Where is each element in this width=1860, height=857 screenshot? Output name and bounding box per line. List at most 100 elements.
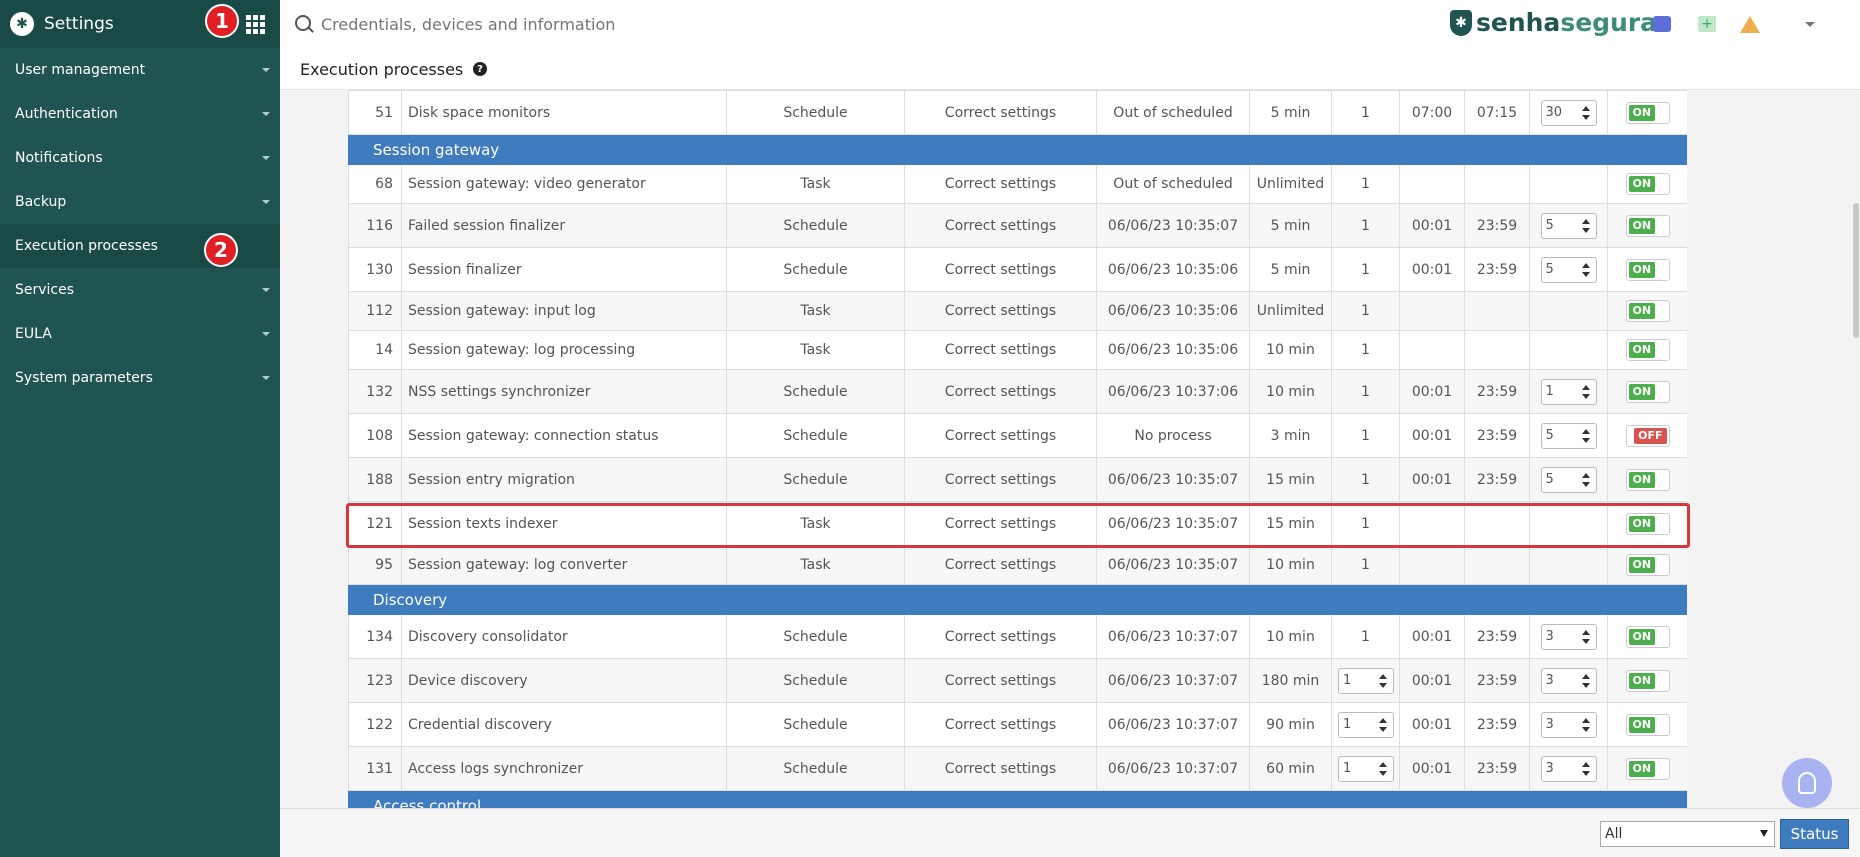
status-toggle[interactable]: ON (1625, 512, 1670, 535)
process-settings-cell: Correct settings (904, 203, 1097, 248)
process-settings-cell: Correct settings (904, 90, 1097, 135)
limit-stepper[interactable]: 3 (1540, 667, 1597, 694)
process-type-cell: Schedule (726, 614, 905, 659)
status-cell: ON (1607, 702, 1687, 747)
status-toggle[interactable]: ON (1625, 669, 1670, 692)
process-name-cell: Session gateway: connection status (401, 413, 727, 458)
process-id-cell: 188 (348, 457, 402, 502)
sidebar-item-eula[interactable]: EULA (0, 312, 280, 356)
limit-stepper[interactable]: 3 (1540, 623, 1597, 650)
limit-stepper[interactable]: 3 (1540, 755, 1597, 782)
process-name-cell: Session entry migration (401, 457, 727, 502)
sidebar-item-execution-processes[interactable]: Execution processes (0, 224, 280, 268)
status-toggle[interactable]: OFF (1625, 424, 1670, 447)
status-toggle[interactable]: ON (1625, 468, 1670, 491)
sidebar-item-backup[interactable]: Backup (0, 180, 280, 224)
start-time-cell: 00:01 (1399, 369, 1465, 414)
status-toggle[interactable]: ON (1625, 214, 1670, 237)
last-execution-cell: 06/06/23 10:35:06 (1096, 247, 1250, 292)
table-row[interactable]: 122 Credential discovery Schedule Correct s… (348, 702, 1687, 747)
brand-name-part1: senha (1476, 8, 1561, 37)
warning-icon[interactable] (1740, 16, 1760, 33)
interval-cell: 60 min (1249, 746, 1332, 791)
status-toggle[interactable]: ON (1625, 554, 1670, 576)
instances-cell: 1 (1331, 746, 1400, 791)
sidebar-item-system-parameters[interactable]: System parameters (0, 356, 280, 400)
limit-stepper[interactable]: 5 (1540, 212, 1597, 239)
status-button[interactable]: Status (1780, 819, 1849, 849)
status-toggle-label: ON (1628, 303, 1656, 319)
status-toggle[interactable]: ON (1625, 713, 1670, 736)
status-toggle[interactable]: ON (1625, 380, 1670, 403)
limit-stepper[interactable]: 1 (1540, 378, 1597, 405)
instances-stepper[interactable]: 1 (1338, 667, 1394, 694)
instances-cell: 1 (1331, 203, 1400, 248)
add-icon[interactable]: + (1698, 16, 1716, 32)
status-toggle[interactable]: ON (1625, 339, 1670, 361)
process-type-cell: Schedule (726, 457, 905, 502)
status-toggle[interactable]: ON (1625, 258, 1670, 281)
end-time-cell (1464, 330, 1530, 370)
scrollbar[interactable] (1853, 203, 1859, 338)
process-type-cell: Task (726, 501, 905, 546)
process-settings-cell: Correct settings (904, 457, 1097, 502)
status-toggle[interactable]: ON (1625, 300, 1670, 322)
table-row[interactable]: 123 Device discovery Schedule Correct setti… (348, 658, 1687, 703)
instances-cell: 1 (1331, 457, 1400, 502)
process-name-cell: Session finalizer (401, 247, 727, 292)
chevron-down-icon (262, 376, 270, 380)
table-row[interactable]: 108 Session gateway: connection status Sch… (348, 413, 1687, 458)
table-row[interactable]: 14 Session gateway: log processing Task Cor… (348, 330, 1687, 370)
end-time-cell: 23:59 (1464, 247, 1530, 292)
status-toggle[interactable]: ON (1625, 625, 1670, 648)
limit-stepper[interactable]: 5 (1540, 256, 1597, 283)
process-name-cell: Session gateway: input log (401, 291, 727, 331)
sidebar-item-label: EULA (15, 326, 52, 342)
table-row[interactable]: 51 Disk space monitors Schedule Correct set… (348, 90, 1687, 135)
table-row[interactable]: 188 Session entry migration Schedule Correc… (348, 457, 1687, 502)
process-type-cell: Task (726, 164, 905, 204)
limit-stepper[interactable]: 30 (1540, 99, 1597, 126)
interval-cell: 10 min (1249, 369, 1332, 414)
table-row[interactable]: 130 Session finalizer Schedule Correct sett… (348, 247, 1687, 292)
search-input[interactable] (321, 10, 921, 38)
table-row[interactable]: 68 Session gateway: video generator Task Co… (348, 164, 1687, 204)
table-row[interactable]: 116 Failed session finalizer Schedule Corre… (348, 203, 1687, 248)
table-row[interactable]: 131 Access logs synchronizer Schedule Corre… (348, 746, 1687, 791)
process-name-cell: Device discovery (401, 658, 727, 703)
limit-stepper[interactable]: 5 (1540, 422, 1597, 449)
process-type-cell: Schedule (726, 702, 905, 747)
group-header-row: Discovery (348, 584, 1687, 615)
end-time-cell (1464, 291, 1530, 331)
apps-grid-icon[interactable] (246, 15, 266, 34)
last-execution-cell: 06/06/23 10:37:07 (1096, 702, 1250, 747)
sidebar-item-services[interactable]: Services (0, 268, 280, 312)
user-menu-chevron-icon[interactable] (1805, 22, 1815, 27)
interval-cell: 90 min (1249, 702, 1332, 747)
instances-cell: 1 (1331, 291, 1400, 331)
limit-stepper[interactable]: 5 (1540, 466, 1597, 493)
help-bubble-button[interactable] (1782, 758, 1832, 808)
interval-cell: 10 min (1249, 614, 1332, 659)
home-icon[interactable] (1653, 16, 1671, 32)
table-row[interactable]: 134 Discovery consolidator Schedule Correct… (348, 614, 1687, 659)
start-time-cell (1399, 291, 1465, 331)
sidebar-item-user-management[interactable]: User management (0, 48, 280, 92)
status-filter-select[interactable]: All (1600, 821, 1775, 847)
last-execution-cell: 06/06/23 10:35:07 (1096, 501, 1250, 546)
instances-stepper[interactable]: 1 (1338, 711, 1394, 738)
status-toggle[interactable]: ON (1625, 173, 1670, 195)
help-icon[interactable]: ? (473, 62, 487, 76)
sidebar-item-notifications[interactable]: Notifications (0, 136, 280, 180)
limit-cell (1529, 164, 1608, 204)
search-icon (295, 15, 311, 31)
table-row[interactable]: 95 Session gateway: log converter Task Corr… (348, 545, 1687, 585)
table-row[interactable]: 121 Session texts indexer Task Correct sett… (348, 501, 1687, 546)
table-row[interactable]: 112 Session gateway: input log Task Correct… (348, 291, 1687, 331)
instances-stepper[interactable]: 1 (1338, 755, 1394, 782)
table-row[interactable]: 132 NSS settings synchronizer Schedule Corr… (348, 369, 1687, 414)
sidebar-item-authentication[interactable]: Authentication (0, 92, 280, 136)
status-toggle[interactable]: ON (1625, 757, 1670, 780)
limit-stepper[interactable]: 3 (1540, 711, 1597, 738)
status-toggle[interactable]: ON (1625, 101, 1670, 124)
